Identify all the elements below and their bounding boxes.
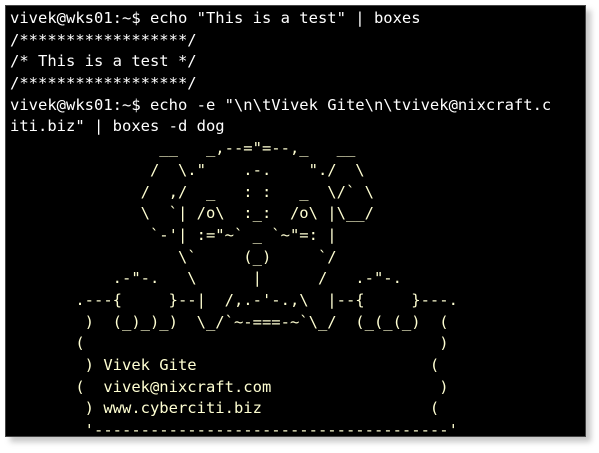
terminal-window[interactable]: vivek@wks01:~$ echo "This is a test" | b…: [5, 5, 586, 437]
terminal-output[interactable]: vivek@wks01:~$ echo "This is a test" | b…: [10, 8, 583, 437]
terminal-line-art: ) www.cyberciti.biz (: [10, 399, 440, 418]
terminal-line-art: ) Vivek Gite (: [10, 356, 440, 374]
terminal-line-prompt: vivek@wks01:~$ echo -e "\n\tVivek Gite\n…: [10, 95, 552, 114]
terminal-line-art: \` (_) `/: [10, 247, 337, 266]
terminal-line-art: ( vivek@nixcraft.com ): [10, 377, 449, 396]
terminal-line-prompt: vivek@wks01:~$ echo "This is a test" | b…: [10, 9, 421, 27]
terminal-line-art: / \." .-. "./ \: [10, 160, 365, 179]
terminal-line-art: '--------------------------------------': [10, 421, 458, 437]
terminal-line-art: `-'| :="~` _ `~"=: |: [10, 225, 337, 244]
terminal-line-art: __ _,--="=--,_ __: [10, 139, 356, 158]
terminal-line-comment: /* This is a test */: [10, 52, 197, 71]
terminal-line-art: \ `| /o\ :_: /o\ |\__/: [10, 204, 374, 223]
terminal-line-comment: /******************/: [10, 74, 197, 93]
terminal-line-art: .---{ }--| /,.-'-.,\ |--{ }---.: [10, 290, 458, 309]
terminal-line-art: ( ): [10, 334, 449, 353]
terminal-line-comment: /******************/: [10, 30, 197, 49]
terminal-line-prompt: iti.biz" | boxes -d dog: [10, 117, 225, 136]
terminal-line-art: .-"-. \ | / .-"-.: [10, 269, 402, 288]
terminal-line-art: / ,/ _ : : _ \/` \: [10, 182, 374, 201]
terminal-line-art: ) (_)_)_) \_/`~-===-~`\_/ (_(_(_) (: [10, 312, 449, 331]
